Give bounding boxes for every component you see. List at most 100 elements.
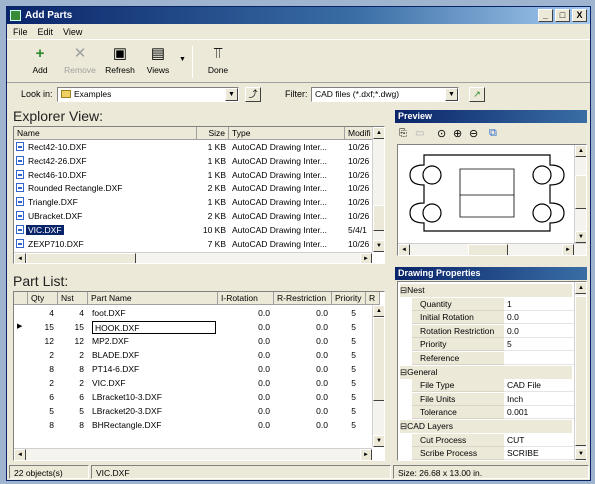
col-r-restriction[interactable]: R-Restriction bbox=[274, 292, 332, 305]
up-folder-button[interactable]: ⤴ bbox=[245, 87, 261, 102]
title-bar[interactable]: Add Parts _ □ X bbox=[7, 7, 590, 24]
explorer-row[interactable]: ZEXP710.DXF 7 KB AutoCAD Drawing Inter... 1… bbox=[14, 238, 372, 251]
col-name[interactable]: Name bbox=[14, 127, 197, 140]
part-name-cell[interactable]: LBracket20-3.DXF bbox=[92, 405, 216, 417]
partlist-hscroll[interactable]: ◄ ► bbox=[14, 448, 372, 460]
nst-cell[interactable]: 4 bbox=[58, 307, 84, 319]
priority-cell[interactable]: 5 bbox=[332, 377, 356, 389]
property-value[interactable]: Inch bbox=[504, 393, 574, 406]
nst-cell[interactable]: 8 bbox=[58, 363, 84, 375]
nst-cell[interactable]: 2 bbox=[58, 349, 84, 361]
r-restriction-cell[interactable]: 0.0 bbox=[274, 391, 328, 403]
col-modified[interactable]: Modifi bbox=[345, 127, 374, 140]
minimize-button[interactable]: _ bbox=[538, 9, 553, 22]
nst-cell[interactable]: 6 bbox=[58, 391, 84, 403]
property-value[interactable] bbox=[504, 352, 574, 365]
file-name-cell[interactable]: Rect42-26.DXF bbox=[16, 155, 196, 167]
i-rotation-cell[interactable]: 0.0 bbox=[218, 419, 270, 431]
qty-cell[interactable]: 12 bbox=[28, 335, 54, 347]
qty-cell[interactable]: 2 bbox=[28, 377, 54, 389]
explorer-list[interactable]: Name Size Type Modifi Rect42-10.DXF 1 KB A… bbox=[13, 126, 385, 264]
table-row[interactable]: 12 12 MP2.DXF 0.0 0.0 5 bbox=[14, 335, 372, 348]
file-name-cell[interactable]: VIC.DXF bbox=[16, 224, 196, 236]
scroll-left-icon[interactable]: ◄ bbox=[14, 253, 26, 263]
qty-cell[interactable]: 8 bbox=[28, 363, 54, 375]
property-category[interactable]: ⊟CAD Layers bbox=[400, 420, 572, 433]
property-grid[interactable]: ⊟Nest Quantity 1 Initial Rotation 0.0 Rotatio… bbox=[397, 281, 587, 461]
r-restriction-cell[interactable]: 0.0 bbox=[274, 363, 328, 375]
property-value[interactable]: 1 bbox=[504, 298, 574, 311]
r-restriction-cell[interactable]: 0.0 bbox=[274, 321, 328, 333]
explorer-vscroll[interactable]: ▲ ▼ bbox=[372, 127, 384, 252]
scroll-thumb[interactable] bbox=[575, 175, 586, 209]
preview-canvas[interactable]: ▲ ▼ ◄ ► bbox=[397, 144, 587, 256]
views-button[interactable]: ▤ Views bbox=[137, 43, 179, 75]
copy-icon[interactable]: ⎘ bbox=[399, 128, 407, 139]
priority-cell[interactable]: 5 bbox=[332, 391, 356, 403]
part-name-cell[interactable]: MP2.DXF bbox=[92, 335, 216, 347]
i-rotation-cell[interactable]: 0.0 bbox=[218, 335, 270, 347]
priority-cell[interactable]: 5 bbox=[332, 405, 356, 417]
part-name-cell[interactable]: LBracket10-3.DXF bbox=[92, 391, 216, 403]
chevron-down-icon[interactable]: ▼ bbox=[445, 88, 458, 101]
qty-cell[interactable]: 5 bbox=[28, 405, 54, 417]
i-rotation-cell[interactable]: 0.0 bbox=[218, 307, 270, 319]
i-rotation-cell[interactable]: 0.0 bbox=[218, 363, 270, 375]
part-name-cell[interactable]: BHRectangle.DXF bbox=[92, 419, 216, 431]
close-button[interactable]: X bbox=[572, 9, 587, 22]
property-value[interactable]: CUT bbox=[504, 434, 574, 447]
table-row[interactable]: 2 2 VIC.DXF 0.0 0.0 5 bbox=[14, 377, 372, 390]
priority-cell[interactable]: 5 bbox=[332, 335, 356, 347]
scroll-down-icon[interactable]: ▼ bbox=[575, 231, 586, 243]
qty-cell[interactable]: 8 bbox=[28, 419, 54, 431]
col-r[interactable]: R bbox=[366, 292, 380, 305]
i-rotation-cell[interactable]: 0.0 bbox=[218, 391, 270, 403]
lookin-combo[interactable]: Examples ▼ bbox=[57, 87, 239, 102]
col-size[interactable]: Size bbox=[197, 127, 229, 140]
priority-cell[interactable]: 5 bbox=[332, 349, 356, 361]
nst-cell[interactable]: 12 bbox=[58, 335, 84, 347]
hscroll-thumb[interactable] bbox=[468, 244, 508, 255]
i-rotation-cell[interactable]: 0.0 bbox=[218, 377, 270, 389]
table-row[interactable]: 2 2 BLADE.DXF 0.0 0.0 5 bbox=[14, 349, 372, 362]
scroll-up-icon[interactable]: ▲ bbox=[575, 145, 586, 157]
menu-view[interactable]: View bbox=[63, 25, 82, 39]
nst-cell[interactable]: 8 bbox=[58, 419, 84, 431]
explorer-row[interactable]: Rounded Rectangle.DXF 2 KB AutoCAD Drawing… bbox=[14, 182, 372, 195]
explorer-row[interactable]: Triangle.DXF 1 KB AutoCAD Drawing Inter...… bbox=[14, 196, 372, 209]
maximize-button[interactable]: □ bbox=[555, 9, 570, 22]
nst-cell[interactable]: 15 bbox=[58, 321, 84, 333]
menu-edit[interactable]: Edit bbox=[38, 25, 54, 39]
scroll-right-icon[interactable]: ► bbox=[360, 253, 372, 263]
r-restriction-cell[interactable]: 0.0 bbox=[274, 335, 328, 347]
property-value[interactable]: 5 bbox=[504, 338, 574, 352]
r-restriction-cell[interactable]: 0.0 bbox=[274, 405, 328, 417]
hscroll-thumb[interactable] bbox=[26, 253, 136, 263]
preview-hscroll[interactable]: ◄ ► bbox=[398, 243, 586, 255]
file-name-cell[interactable]: UBracket.DXF bbox=[16, 210, 196, 222]
table-row[interactable]: ▶ 15 15 HOOK.DXF 0.0 0.0 5 bbox=[14, 321, 372, 334]
scroll-down-icon[interactable]: ▼ bbox=[373, 240, 384, 252]
scroll-down-icon[interactable]: ▼ bbox=[373, 435, 384, 447]
i-rotation-cell[interactable]: 0.0 bbox=[218, 349, 270, 361]
explorer-row[interactable]: Rect42-10.DXF 1 KB AutoCAD Drawing Inter..… bbox=[14, 141, 372, 154]
scroll-right-icon[interactable]: ► bbox=[562, 244, 574, 255]
priority-cell[interactable]: 5 bbox=[332, 419, 356, 431]
part-name-cell[interactable]: BLADE.DXF bbox=[92, 349, 216, 361]
property-value[interactable]: 0.0 bbox=[504, 325, 574, 338]
refresh-button[interactable]: ▣ Refresh bbox=[99, 43, 141, 75]
col-i-rotation[interactable]: I-Rotation bbox=[218, 292, 274, 305]
table-row[interactable]: 4 4 foot.DXF 0.0 0.0 5 bbox=[14, 307, 372, 320]
part-name-cell[interactable]: PT14-6.DXF bbox=[92, 363, 216, 375]
scroll-thumb[interactable] bbox=[373, 317, 384, 401]
file-name-cell[interactable]: Rect42-10.DXF bbox=[16, 141, 196, 153]
scroll-up-icon[interactable]: ▲ bbox=[373, 305, 384, 317]
col-part-name[interactable]: Part Name bbox=[88, 292, 218, 305]
r-restriction-cell[interactable]: 0.0 bbox=[274, 419, 328, 431]
partlist-vscroll[interactable]: ▲ ▼ bbox=[372, 305, 384, 447]
scroll-thumb[interactable] bbox=[373, 205, 384, 231]
property-value[interactable]: 0.0 bbox=[504, 311, 574, 325]
file-name-cell[interactable]: Rect46-10.DXF bbox=[16, 169, 196, 181]
scroll-left-icon[interactable]: ◄ bbox=[398, 244, 410, 255]
done-button[interactable]: ⫪ Done bbox=[197, 43, 239, 75]
